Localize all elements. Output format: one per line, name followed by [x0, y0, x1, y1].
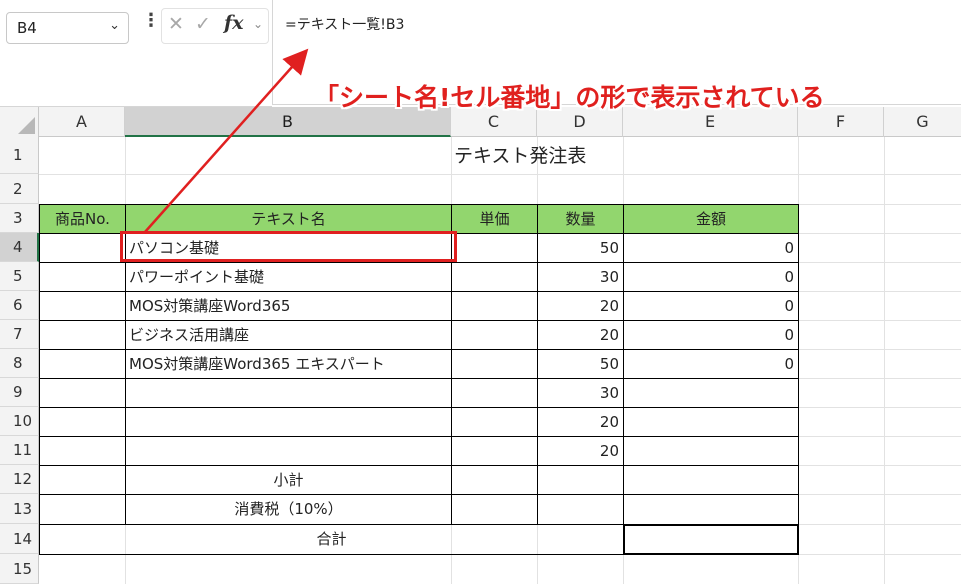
- row-header-6[interactable]: 6: [0, 291, 39, 320]
- row-header-4[interactable]: 4: [0, 233, 39, 262]
- insert-function-icon[interactable]: fx: [224, 12, 244, 34]
- header-amount[interactable]: 金額: [623, 204, 799, 234]
- tax-label[interactable]: 消費税（10%）: [125, 494, 452, 525]
- cell-e11[interactable]: [623, 436, 799, 466]
- cell-a11[interactable]: [39, 436, 126, 466]
- formula-buttons: ✕ ✓ fx ⌄: [161, 8, 269, 44]
- subtotal-label[interactable]: 小計: [125, 465, 452, 495]
- cell-e5[interactable]: 0: [623, 262, 799, 292]
- cell-c11[interactable]: [451, 436, 538, 466]
- cell-d5[interactable]: 30: [537, 262, 624, 292]
- row-header-11[interactable]: 11: [0, 436, 39, 465]
- cell-b9[interactable]: [125, 378, 452, 408]
- cell-c13[interactable]: [451, 494, 538, 525]
- enter-icon[interactable]: ✓: [195, 13, 211, 35]
- cancel-icon[interactable]: ✕: [168, 13, 184, 35]
- cell-a13[interactable]: [39, 494, 126, 525]
- row-header-10[interactable]: 10: [0, 407, 39, 436]
- formula-text: =テキスト一覧!B3: [285, 17, 405, 33]
- cell-a9[interactable]: [39, 378, 126, 408]
- row-header-5[interactable]: 5: [0, 262, 39, 291]
- row-header-9[interactable]: 9: [0, 378, 39, 407]
- cell-c6[interactable]: [451, 291, 538, 321]
- cell-e4[interactable]: 0: [623, 233, 799, 263]
- cell-c8[interactable]: [451, 349, 538, 379]
- header-quantity[interactable]: 数量: [537, 204, 624, 234]
- header-product-no[interactable]: 商品No.: [39, 204, 126, 234]
- cell-d11[interactable]: 20: [537, 436, 624, 466]
- chevron-down-icon[interactable]: ⌄: [109, 18, 120, 33]
- cell-b10[interactable]: [125, 407, 452, 437]
- cell-d12[interactable]: [537, 465, 624, 495]
- cell-d6[interactable]: 20: [537, 291, 624, 321]
- row-header-13[interactable]: 13: [0, 494, 39, 524]
- cell-c5[interactable]: [451, 262, 538, 292]
- cell-b11[interactable]: [125, 436, 452, 466]
- select-all-icon: [18, 117, 35, 134]
- grid-line: [39, 174, 961, 175]
- chevron-down-icon[interactable]: ⌄: [253, 17, 263, 31]
- row-header-15[interactable]: 15: [0, 554, 39, 584]
- cell-e10[interactable]: [623, 407, 799, 437]
- cell-c10[interactable]: [451, 407, 538, 437]
- cell-e8[interactable]: 0: [623, 349, 799, 379]
- cell-b6[interactable]: MOS対策講座Word365: [125, 291, 452, 321]
- cell-a5[interactable]: [39, 262, 126, 292]
- cell-d7[interactable]: 20: [537, 320, 624, 350]
- row-header-2[interactable]: 2: [0, 174, 39, 204]
- cell-a4[interactable]: [39, 233, 126, 263]
- cell-b8[interactable]: MOS対策講座Word365 エキスパート: [125, 349, 452, 379]
- cell-c7[interactable]: [451, 320, 538, 350]
- more-options-icon[interactable]: ⋮: [142, 10, 160, 31]
- cell-b5[interactable]: パワーポイント基礎: [125, 262, 452, 292]
- cell-a7[interactable]: [39, 320, 126, 350]
- cell-a8[interactable]: [39, 349, 126, 379]
- cell-a12[interactable]: [39, 465, 126, 495]
- cell-d8[interactable]: 50: [537, 349, 624, 379]
- column-header-a[interactable]: A: [39, 107, 125, 137]
- row-header-12[interactable]: 12: [0, 465, 39, 494]
- row-header-1[interactable]: 1: [0, 137, 39, 174]
- tax-value[interactable]: [623, 494, 799, 525]
- row-header-8[interactable]: 8: [0, 349, 39, 378]
- cell-d10[interactable]: 20: [537, 407, 624, 437]
- row-header-7[interactable]: 7: [0, 320, 39, 349]
- header-unit-price[interactable]: 単価: [451, 204, 538, 234]
- cell-e6[interactable]: 0: [623, 291, 799, 321]
- cell-c9[interactable]: [451, 378, 538, 408]
- name-box-value: B4: [17, 19, 37, 37]
- cell-c4[interactable]: [451, 233, 538, 263]
- cell-d4[interactable]: 50: [537, 233, 624, 263]
- select-all-button[interactable]: [0, 107, 39, 137]
- spreadsheet-grid[interactable]: A B C D E F G 1 2 3 4 5 6 7 8 9 10 11 12…: [0, 107, 961, 584]
- cell-a6[interactable]: [39, 291, 126, 321]
- cell-a10[interactable]: [39, 407, 126, 437]
- highlight-box: [120, 231, 457, 262]
- sheet-title[interactable]: テキスト発注表: [451, 140, 671, 172]
- cell-e7[interactable]: 0: [623, 320, 799, 350]
- name-box[interactable]: B4 ⌄: [6, 12, 129, 44]
- cell-d9[interactable]: 30: [537, 378, 624, 408]
- subtotal-value[interactable]: [623, 465, 799, 495]
- annotation-label: 「シート名!セル番地」の形で表示されている: [314, 83, 825, 112]
- row-header-3[interactable]: 3: [0, 204, 39, 233]
- row-header-14[interactable]: 14: [0, 524, 39, 554]
- total-value[interactable]: [623, 524, 799, 555]
- cell-e9[interactable]: [623, 378, 799, 408]
- total-label[interactable]: 合計: [39, 524, 624, 555]
- grid-line: [884, 137, 885, 584]
- cell-d13[interactable]: [537, 494, 624, 525]
- header-text-name[interactable]: テキスト名: [125, 204, 452, 234]
- cell-b7[interactable]: ビジネス活用講座: [125, 320, 452, 350]
- column-header-g[interactable]: G: [884, 107, 961, 137]
- cell-c12[interactable]: [451, 465, 538, 495]
